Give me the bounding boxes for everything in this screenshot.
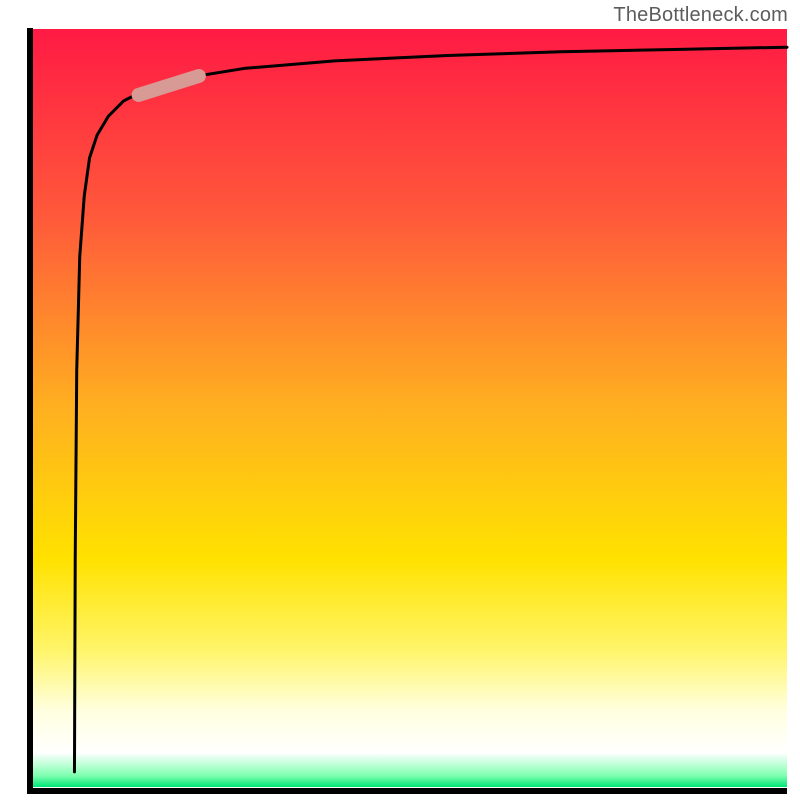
bottleneck-chart [0, 0, 800, 800]
chart-container: TheBottleneck.com [0, 0, 800, 800]
plot-background [33, 29, 787, 787]
attribution-label: TheBottleneck.com [613, 4, 788, 27]
